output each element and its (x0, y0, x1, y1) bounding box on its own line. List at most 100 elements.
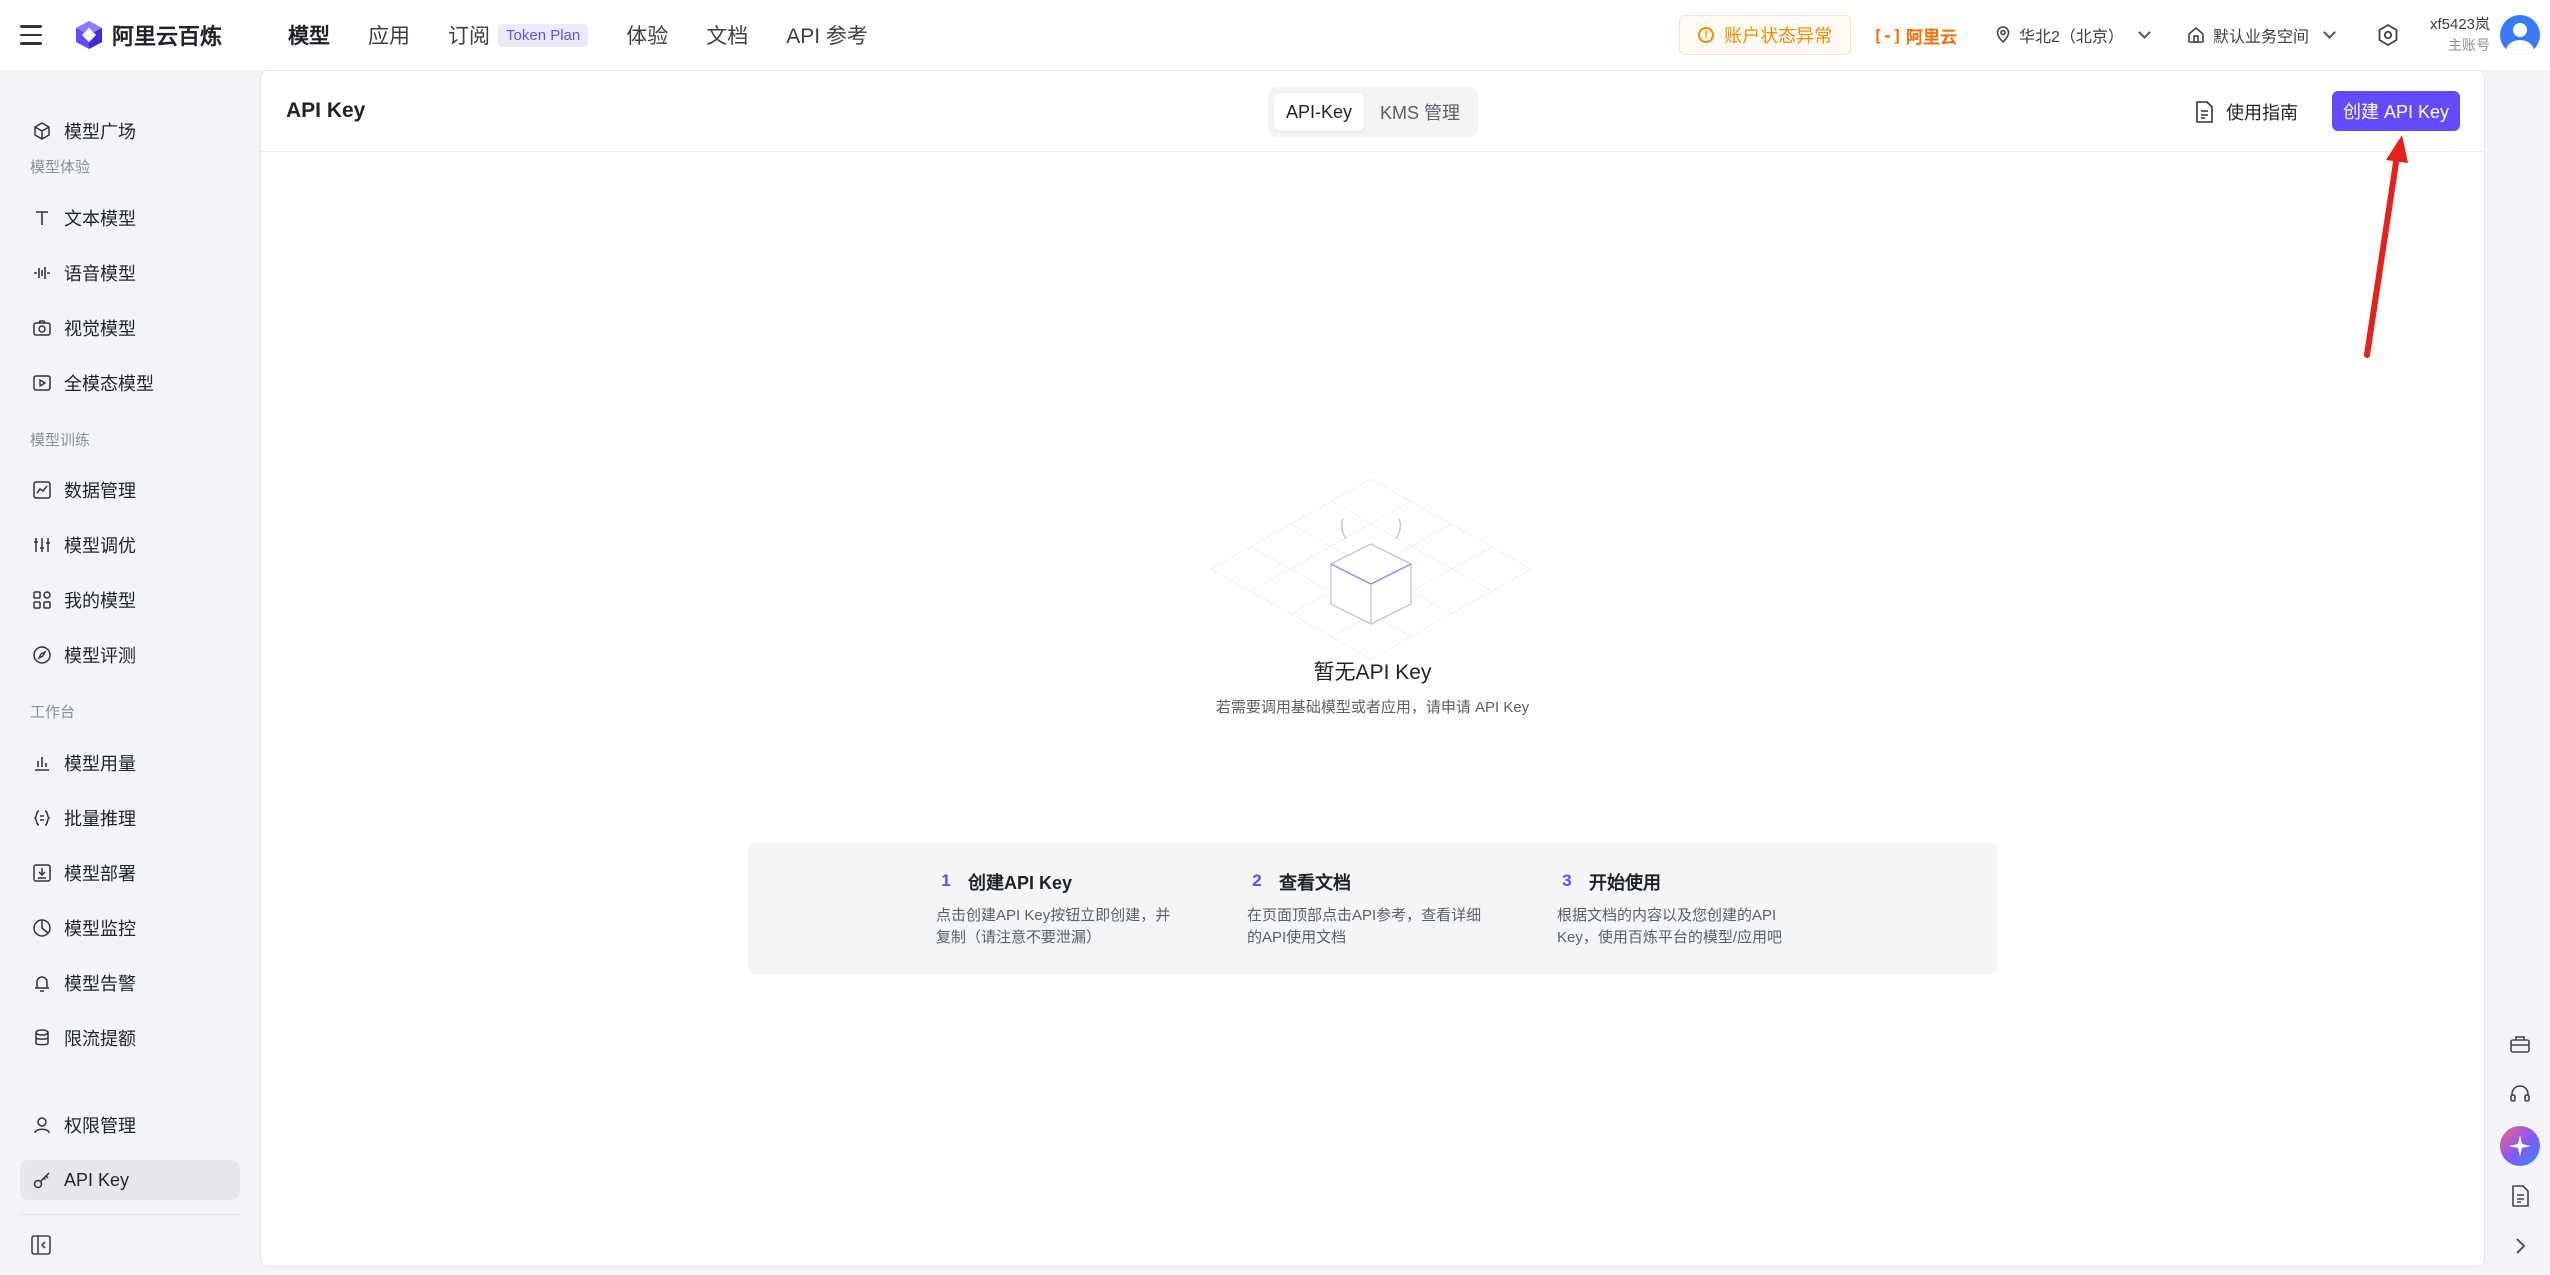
sliders-icon (34, 538, 50, 552)
aliyun-link[interactable]: [-] 阿里云 (1873, 23, 1957, 48)
toolbox-icon[interactable] (2508, 1032, 2532, 1056)
sidebar-item-label: 模型用量 (64, 754, 136, 774)
nav-label: 应用 (368, 25, 411, 48)
page-title: API Key (286, 99, 366, 122)
sidebar-item-label: 语音模型 (64, 264, 136, 284)
audio-icon (34, 267, 50, 279)
bar-chart-icon (35, 757, 49, 771)
guide-link[interactable]: 使用指南 (2194, 99, 2298, 125)
step-description: 根据文档的内容以及您创建的API Key，使用百炼平台的模型/应用吧 (1557, 907, 1783, 946)
nav-label: 模型 (288, 25, 331, 48)
sidebar-item-my-models[interactable]: 我的模型 (20, 580, 240, 620)
step-description: 点击创建API Key按钮立即创建，并复制（请注意不要泄漏） (936, 907, 1171, 946)
region-label: 华北2（北京） (2019, 29, 2124, 46)
location-icon (1996, 26, 2010, 44)
nav-subscription[interactable]: 订阅 Token Plan (448, 20, 589, 50)
nav-label: 订阅 (448, 25, 491, 48)
step-number: 2 (1252, 871, 1262, 890)
chevron-right-icon[interactable] (2508, 1234, 2532, 1258)
tab-bar: API-Key KMS 管理 (1268, 87, 1479, 137)
sidebar: 模型广场 模型体验 文本模型 语音模型 视觉模型 全模态模型 模型训练 数据管理… (0, 70, 258, 1275)
sidebar-item-label: 视觉模型 (64, 319, 136, 339)
tab-kms[interactable]: KMS 管理 (1368, 93, 1472, 131)
token-plan-badge: Token Plan (498, 23, 589, 47)
warning-icon: ! (1698, 27, 1715, 43)
aliyun-logo-icon: [-] (1873, 25, 1903, 45)
sidebar-item-label: 限流提额 (64, 1029, 136, 1049)
avatar[interactable] (2500, 15, 2540, 55)
sidebar-item-omni-model[interactable]: 全模态模型 (20, 363, 240, 403)
deploy-icon (33, 864, 51, 882)
menu-icon[interactable] (20, 20, 50, 50)
guide-label: 使用指南 (2226, 103, 2298, 123)
sidebar-item-label: 模型广场 (64, 122, 136, 142)
sidebar-item-text-model[interactable]: 文本模型 (20, 198, 240, 238)
region-select[interactable]: 华北2（北京） (1995, 23, 2151, 47)
sidebar-item-api-key[interactable]: API Key (20, 1160, 240, 1200)
sidebar-item-audio-model[interactable]: 语音模型 (20, 253, 240, 293)
sidebar-item-data-management[interactable]: 数据管理 (20, 470, 240, 510)
step-number: 1 (941, 871, 951, 890)
workspace-select[interactable]: 默认业务空间 (2187, 23, 2336, 47)
nav-experience[interactable]: 体验 (626, 20, 668, 50)
notes-icon[interactable] (2508, 1184, 2532, 1208)
sidebar-item-model-alert[interactable]: 模型告警 (20, 963, 240, 1003)
nav-api-reference[interactable]: API 参考 (786, 20, 868, 50)
sidebar-item-model-eval[interactable]: 模型评测 (20, 635, 240, 675)
sidebar-item-permissions[interactable]: 权限管理 (20, 1105, 240, 1145)
sidebar-item-model-monitor[interactable]: 模型监控 (20, 908, 240, 948)
step-title: 查看文档 (1279, 873, 1351, 893)
headset-icon[interactable] (2508, 1082, 2532, 1106)
pie-icon (33, 919, 51, 937)
nav-label: 文档 (706, 25, 749, 48)
sidebar-divider (20, 1214, 240, 1215)
sidebar-item-model-usage[interactable]: 模型用量 (20, 743, 240, 783)
user-icon (34, 1117, 50, 1134)
step-start: 3 开始使用 根据文档的内容以及您创建的API Key，使用百炼平台的模型/应用吧 (1557, 869, 1802, 949)
sidebar-item-label: API Key (64, 1169, 130, 1190)
sparkle-icon (2509, 1135, 2531, 1157)
step-docs: 2 查看文档 在页面顶部点击API参考，查看详细的API使用文档 (1247, 869, 1492, 949)
sidebar-item-rate-limit[interactable]: 限流提额 (20, 1018, 240, 1058)
sidebar-collapse-icon[interactable] (30, 1234, 52, 1256)
tab-api-key[interactable]: API-Key (1274, 93, 1365, 131)
camera-icon (33, 320, 51, 336)
ai-assistant-icon[interactable] (2500, 1126, 2540, 1166)
step-create: 1 创建API Key 点击创建API Key按钮立即创建，并复制（请注意不要泄漏… (936, 869, 1181, 949)
sidebar-item-batch-inference[interactable]: 批量推理 (20, 798, 240, 838)
sidebar-item-model-plaza[interactable]: 模型广场 (20, 111, 240, 151)
top-right: ! 账户状态异常 [-] 阿里云 华北2（北京） 默认业务空间 xf5423岚 … (1679, 0, 2550, 70)
nav-model[interactable]: 模型 (288, 20, 330, 50)
page-header: API Key API-Key KMS 管理 使用指南 创建 API Key (261, 71, 2484, 152)
nav-docs[interactable]: 文档 (706, 20, 748, 50)
step-title: 创建API Key (968, 873, 1073, 893)
sidebar-item-label: 批量推理 (64, 809, 136, 829)
bailian-logo-icon (76, 21, 102, 49)
top-nav: 模型 应用 订阅 Token Plan 体验 文档 API 参考 (288, 20, 868, 50)
user-info[interactable]: xf5423岚 主账号 (2430, 15, 2490, 54)
nav-app[interactable]: 应用 (368, 20, 410, 50)
create-api-key-button[interactable]: 创建 API Key (2332, 91, 2460, 131)
apps-icon (33, 591, 51, 609)
user-name: xf5423岚 (2429, 16, 2490, 34)
settings-icon[interactable] (2376, 23, 2400, 47)
sidebar-item-model-tuning[interactable]: 模型调优 (20, 525, 240, 565)
sidebar-item-label: 全模态模型 (64, 374, 154, 394)
logo-text: 阿里云百炼 (112, 24, 223, 49)
aliyun-label: 阿里云 (1906, 27, 1958, 47)
nav-label: 体验 (626, 25, 669, 48)
sidebar-item-vision-model[interactable]: 视觉模型 (20, 308, 240, 348)
sidebar-group-label: 工作台 (30, 704, 76, 721)
sidebar-item-label: 权限管理 (64, 1116, 136, 1136)
nav-label: API 参考 (786, 25, 868, 48)
compass-icon (33, 646, 51, 664)
logo[interactable]: 阿里云百炼 (74, 19, 222, 51)
sidebar-item-model-deploy[interactable]: 模型部署 (20, 853, 240, 893)
home-icon (2188, 27, 2204, 43)
braces-icon (33, 810, 51, 826)
database-icon (35, 1029, 49, 1046)
plaza-icon (34, 122, 50, 140)
chevron-down-icon (2323, 26, 2336, 39)
chart-icon (33, 481, 51, 499)
account-alert-button[interactable]: ! 账户状态异常 (1679, 15, 1852, 55)
